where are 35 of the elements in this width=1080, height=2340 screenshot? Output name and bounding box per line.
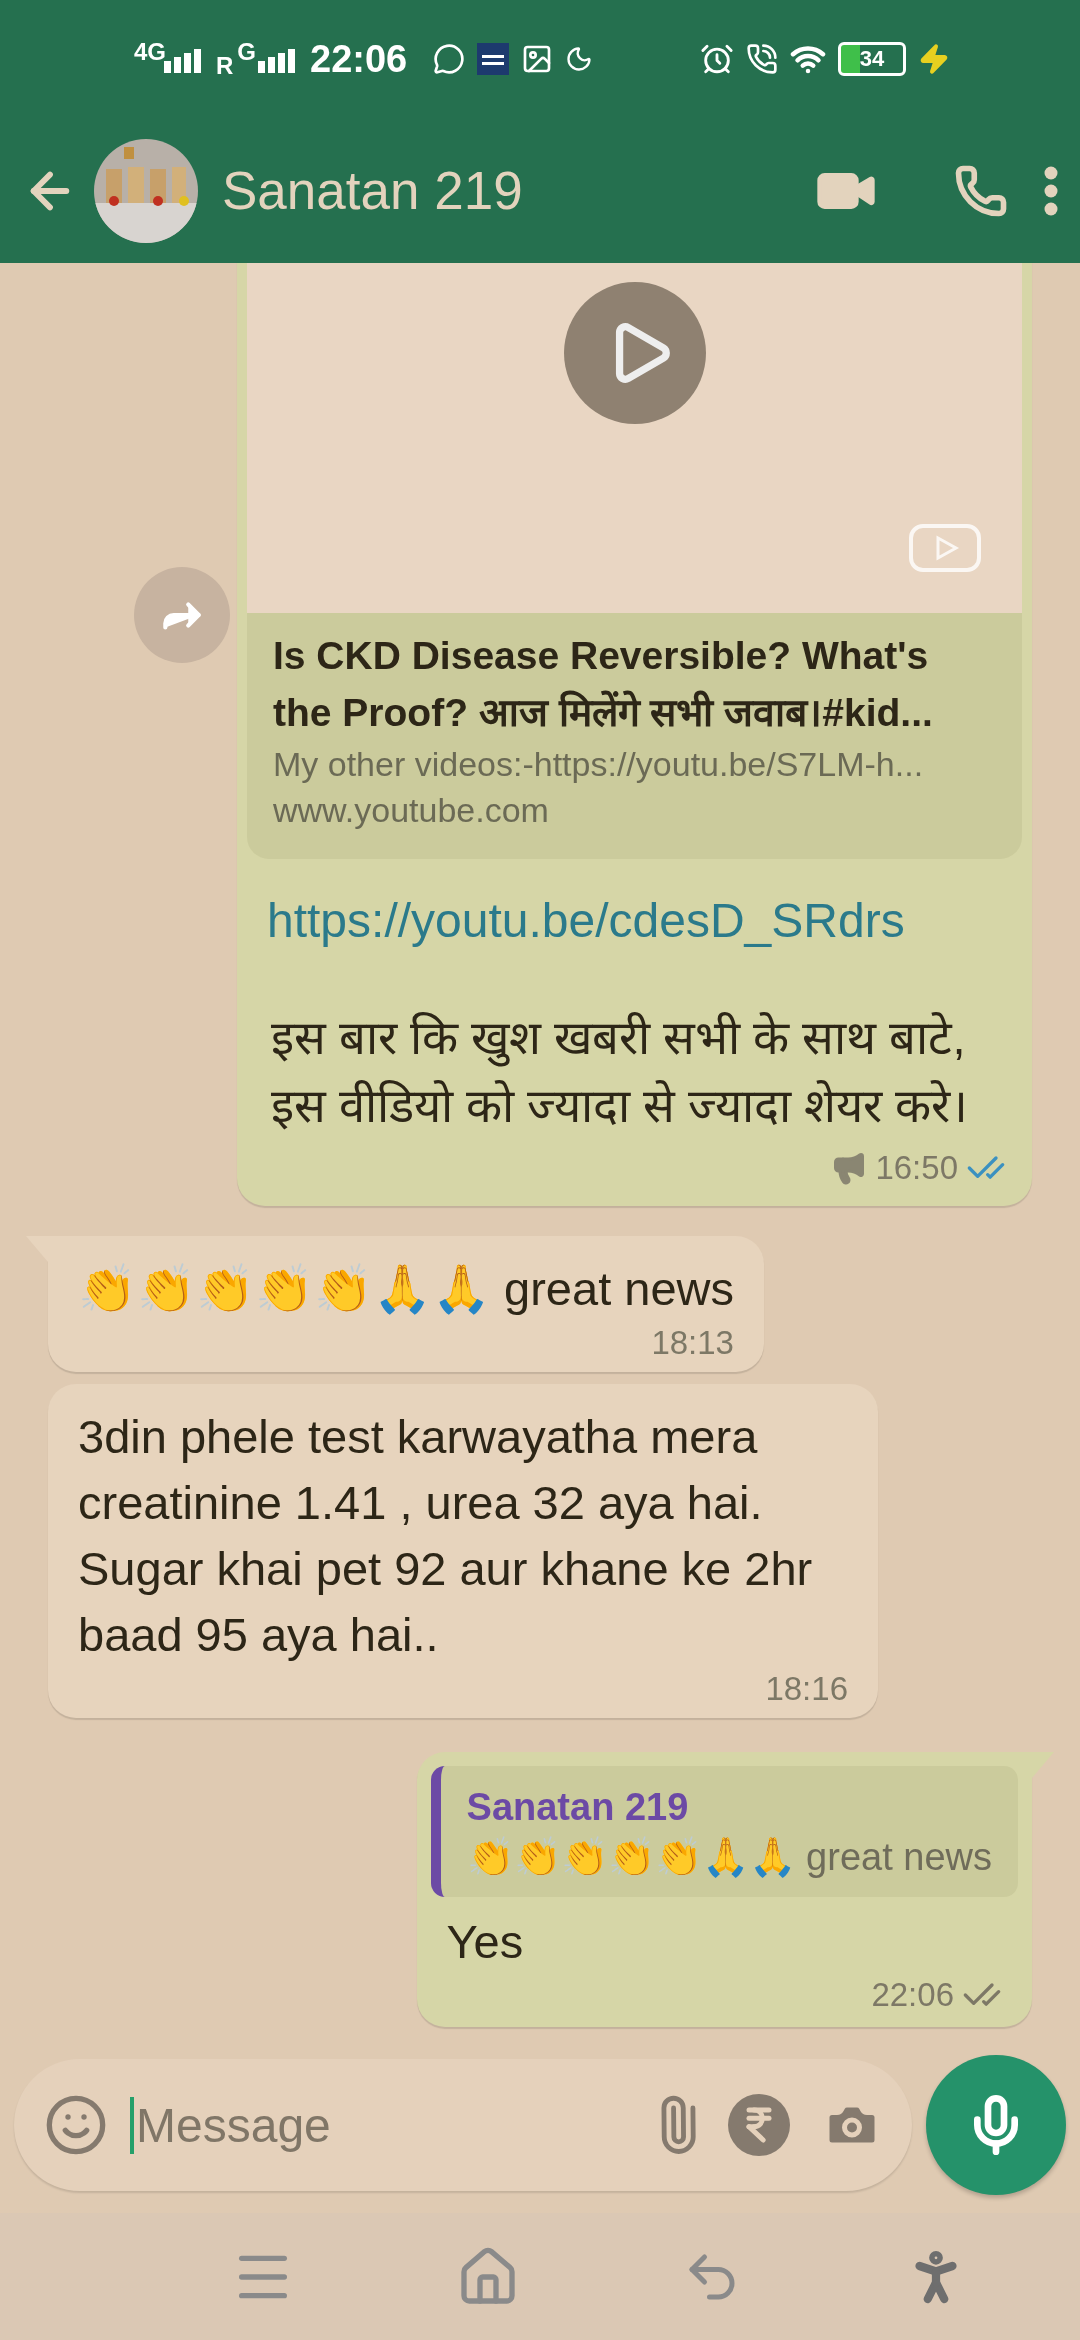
quoted-message[interactable]: Sanatan 219 👏👏👏👏👏🙏🙏 great news — [430, 1766, 1018, 1897]
clock-time: 22:06 — [310, 40, 408, 78]
preview-domain: www.youtube.com — [273, 790, 550, 831]
message-time: 16:50 — [875, 1149, 958, 1187]
phone-icon — [954, 163, 1008, 218]
voice-call-button[interactable] — [954, 163, 1008, 218]
message-field[interactable]: Message — [130, 2096, 626, 2154]
message-text: Yes — [446, 1914, 524, 1970]
link-preview[interactable]: Is CKD Disease Reversible? What's the Proof? आज मिलेंगे सभी जवाब।#kid... My other videos:-https://youtu.be/S7LM-h... www.youtube.com — [247, 613, 1022, 859]
message-time: 18:16 — [765, 1670, 848, 1708]
charging-icon — [918, 43, 950, 75]
message-text: 👏👏👏👏👏🙏🙏 great news — [78, 1261, 734, 1317]
menu-icon — [1044, 165, 1058, 216]
message-link[interactable]: https://youtu.be/cdesD_SRdrs — [267, 893, 1002, 948]
quoted-author: Sanatan 219 — [466, 1786, 690, 1829]
preview-title: Is CKD Disease Reversible? What's the Proof? आज मिलेंगे सभी जवाब।#kid... — [273, 633, 934, 736]
message-time: 18:13 — [651, 1324, 734, 1362]
video-logo-icon — [908, 523, 982, 573]
chat-app-icon — [433, 43, 466, 75]
preview-description: My other videos:-https://youtu.be/S7LM-h... — [273, 744, 925, 785]
app-icon — [477, 43, 510, 75]
alarm-icon — [700, 42, 734, 76]
emoji-icon[interactable] — [44, 2093, 108, 2157]
network-type: G — [237, 40, 257, 64]
moon-icon — [565, 45, 594, 73]
contact-name[interactable]: Sanatan 219 — [222, 160, 523, 221]
message-text: इस बार कि खुश खबरी सभी के साथ बाटे, इस वीडियो को ज्यादा से ज्यादा शेयर करे। — [271, 1010, 970, 1134]
network-type: 4G — [134, 40, 166, 64]
message-time: 22:06 — [871, 1976, 954, 2014]
battery-indicator: 34 — [838, 42, 906, 76]
quoted-text: 👏👏👏👏👏🙏🙏 great news — [466, 1835, 992, 1879]
message-text: 3din phele test karwayatha mera creatinine 1.41 , urea 32 aya hai. Sugar khai pet 92 aur khane ke 2hr baad 95 aya hai.. — [78, 1409, 814, 1663]
menu-button[interactable] — [1044, 165, 1058, 216]
wifi-call-icon — [746, 43, 778, 75]
roaming-indicator: R — [216, 54, 234, 78]
